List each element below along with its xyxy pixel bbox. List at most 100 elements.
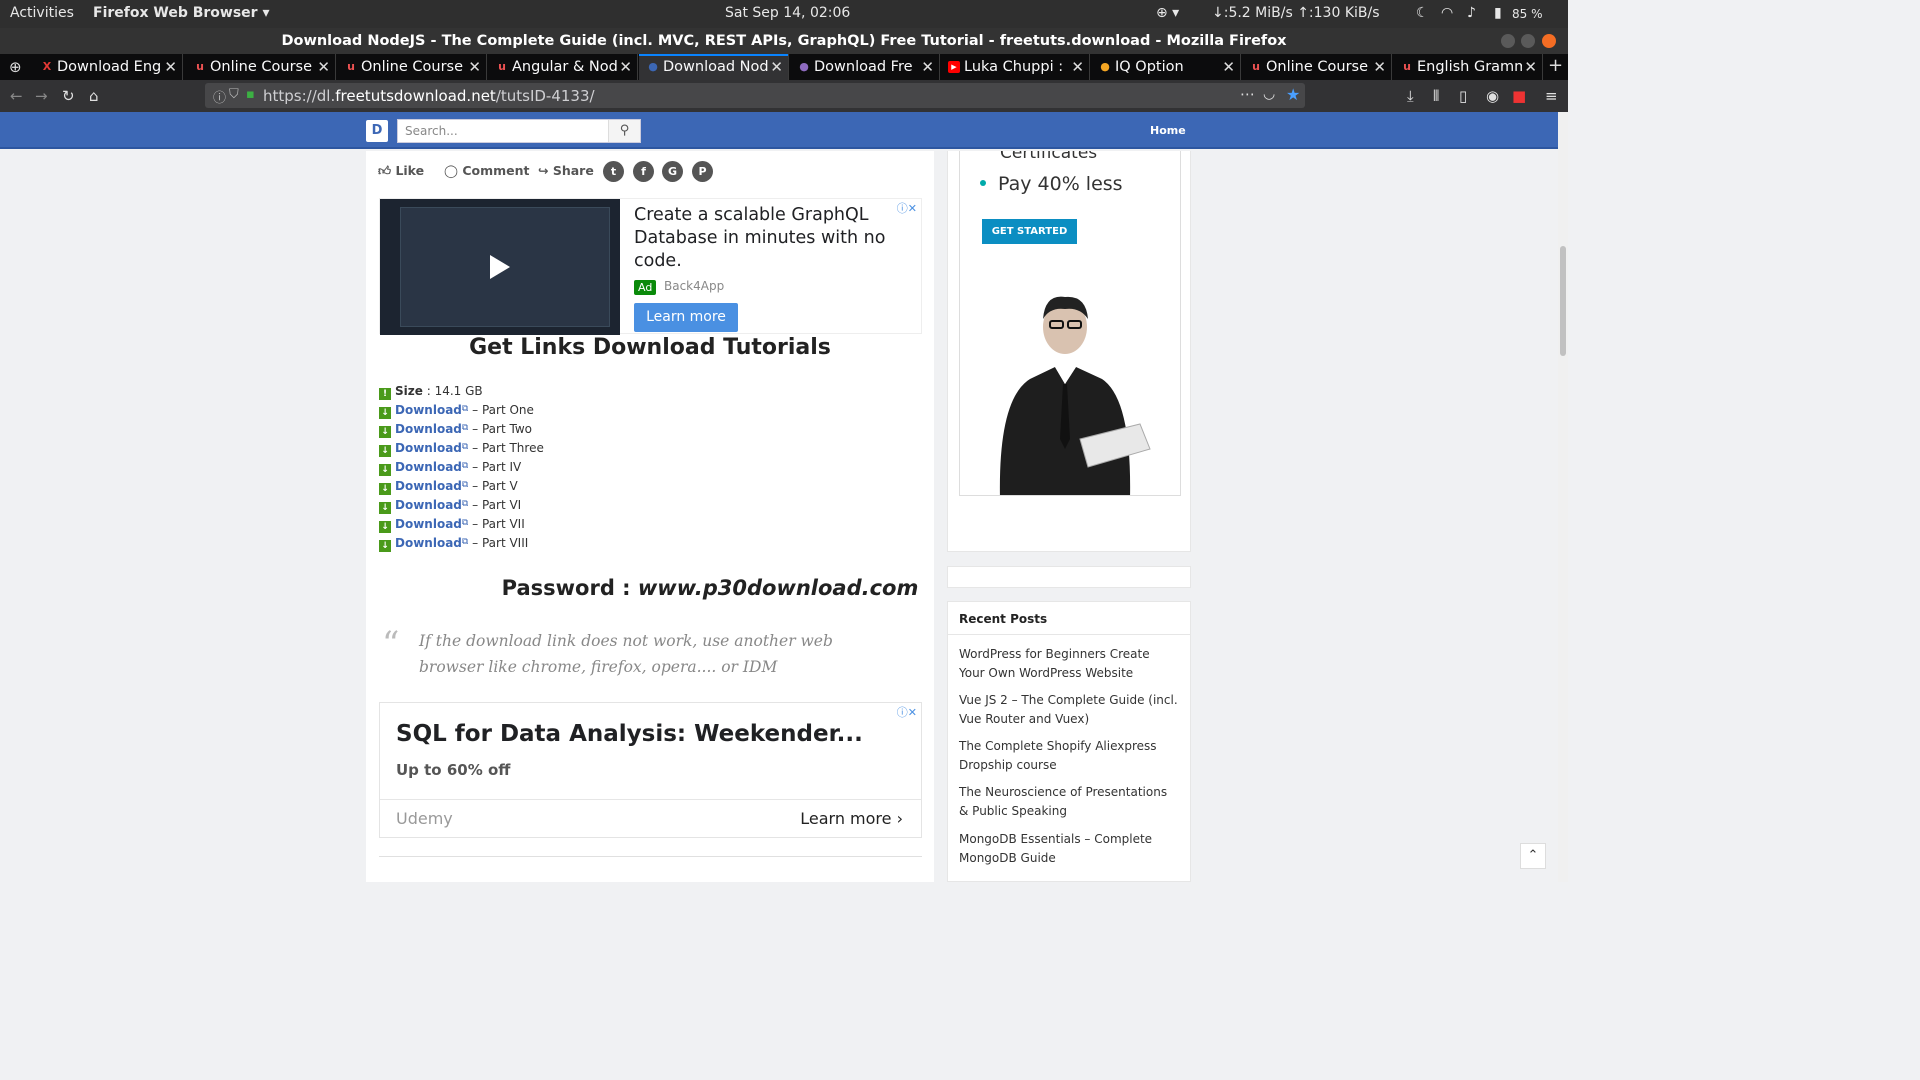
search-icon[interactable]: ⚲ (608, 120, 640, 142)
ad-banner-udemy[interactable]: SQL for Data Analysis: Weekender... Up t… (379, 702, 922, 838)
google-plus-icon[interactable]: G (662, 161, 683, 182)
close-tab-icon[interactable]: ✕ (1071, 54, 1084, 80)
ad2-subline: Up to 60% off (396, 761, 511, 779)
tab-label: English Gramm (1417, 59, 1522, 75)
tab-7[interactable]: ▶ Luka Chuppi : ✕ (940, 54, 1090, 80)
back-to-top-button[interactable]: ⌃ (1520, 843, 1546, 869)
share-button[interactable]: ↪ Share (538, 163, 594, 178)
download-link[interactable]: Download (395, 498, 462, 512)
download-arrow-icon: ↓ (379, 464, 391, 476)
ad-info-icon[interactable]: ⓘ✕ (897, 200, 917, 216)
close-tab-icon[interactable]: ✕ (921, 54, 934, 80)
app-menu[interactable]: Firefox Web Browser ▾ (93, 5, 269, 21)
library-icon[interactable]: ⫴ (1433, 87, 1439, 105)
twitter-icon[interactable]: t (603, 161, 624, 182)
download-link[interactable]: Download (395, 479, 462, 493)
shield-icon[interactable]: ⛉ (229, 87, 239, 102)
facebook-icon[interactable]: f (633, 161, 654, 182)
sidebar-ad-widget: Certificates Pay 40% less GET STARTED (947, 151, 1191, 552)
ad2-headline[interactable]: SQL for Data Analysis: Weekender... (396, 721, 863, 747)
tab-10[interactable]: u English Gramm ✕ (1393, 54, 1543, 80)
page-actions-icon[interactable]: ⋯ (1240, 85, 1255, 103)
close-tab-icon[interactable]: ✕ (1373, 54, 1386, 80)
tab-label: Download Fre (814, 59, 913, 75)
download-link[interactable]: Download (395, 536, 462, 550)
tab-label: Online Course (210, 59, 313, 75)
tab-8[interactable]: ● IQ Option ✕ (1091, 54, 1241, 80)
sidebar-ad[interactable]: Certificates Pay 40% less GET STARTED (959, 151, 1181, 496)
maximize-button[interactable] (1521, 34, 1535, 48)
ad2-info-icon[interactable]: ⓘ✕ (897, 704, 917, 720)
share-icon: ↪ (538, 163, 549, 178)
tab-2[interactable]: u Online Course ✕ (186, 54, 336, 80)
tab-9[interactable]: u Online Course ✕ (1242, 54, 1392, 80)
like-button[interactable]: 👍︎ Like (378, 163, 424, 179)
lock-icon[interactable]: ▪ (246, 87, 255, 102)
recent-post-link[interactable]: Vue JS 2 – The Complete Guide (incl. Vue… (959, 691, 1179, 729)
ad-bullet-text: Pay 40% less (998, 173, 1123, 195)
download-arrow-icon: ↓ (379, 483, 391, 495)
info-icon[interactable]: ⓘ (213, 87, 226, 106)
pocket-icon[interactable]: ◡ (1263, 86, 1275, 102)
globe-icon[interactable]: ⊕ (9, 58, 22, 76)
close-tab-icon[interactable]: ✕ (164, 54, 177, 80)
tab-4[interactable]: u Angular & Nod ✕ (488, 54, 638, 80)
learn-more-button[interactable]: Learn more (634, 303, 738, 332)
back-icon[interactable]: ← (10, 87, 23, 105)
extension-icon[interactable]: ■ (1512, 87, 1526, 105)
page-scrollbar[interactable] (1558, 112, 1568, 882)
site-logo[interactable]: D (366, 120, 388, 142)
comment-button[interactable]: ◯ Comment (444, 163, 530, 178)
scrollbar-thumb[interactable] (1560, 246, 1566, 356)
recent-post-link[interactable]: MongoDB Essentials – Complete MongoDB Gu… (959, 830, 1179, 868)
downloads-icon[interactable]: ⤓ (1407, 87, 1414, 105)
ad-banner-graphql[interactable]: Create a scalable GraphQL Database in mi… (379, 198, 922, 335)
url-bar[interactable]: ⓘ ⛉ ▪ https://dl.freetutsdownload.net/tu… (205, 83, 1305, 108)
download-row: ↓ Download⧉ – Part Two (379, 422, 532, 438)
account-icon[interactable]: ◉ (1486, 87, 1499, 105)
ad-headline[interactable]: Create a scalable GraphQL Database in mi… (634, 204, 894, 273)
sidebar-icon[interactable]: ▯ (1459, 87, 1467, 105)
close-tab-icon[interactable]: ✕ (619, 54, 632, 80)
recent-post-link[interactable]: The Complete Shopify Aliexpress Dropship… (959, 737, 1179, 775)
globe-icon: ● (799, 60, 809, 73)
accessibility-icon[interactable]: ⊕ ▾ (1156, 5, 1179, 21)
bookmark-star-icon[interactable]: ★ (1286, 85, 1300, 104)
tab-5[interactable]: ● Download Nod ✕ (639, 54, 789, 80)
download-link[interactable]: Download (395, 517, 462, 531)
ad-video[interactable] (380, 199, 620, 335)
tab-3[interactable]: u Online Course ✕ (337, 54, 487, 80)
download-link[interactable]: Download (395, 422, 462, 436)
home-icon[interactable]: ⌂ (89, 87, 99, 105)
close-tab-icon[interactable]: ✕ (468, 54, 481, 80)
play-icon[interactable] (490, 255, 510, 279)
recent-post-link[interactable]: The Neuroscience of Presentations & Publ… (959, 783, 1179, 821)
tab-6[interactable]: ● Download Fre ✕ (790, 54, 940, 80)
minimize-button[interactable] (1501, 34, 1515, 48)
ad-source[interactable]: Back4App (664, 279, 724, 293)
recent-post-link[interactable]: WordPress for Beginners Create Your Own … (959, 645, 1179, 683)
clock[interactable]: Sat Sep 14, 02:06 (725, 5, 850, 21)
close-tab-icon[interactable]: ✕ (1524, 54, 1537, 80)
close-tab-icon[interactable]: ✕ (1222, 54, 1235, 80)
close-tab-icon[interactable]: ✕ (317, 54, 330, 80)
url-text[interactable]: https://dl.freetutsdownload.net/tutsID-4… (263, 87, 595, 105)
nav-home-link[interactable]: Home (1150, 124, 1186, 137)
close-window-button[interactable] (1542, 34, 1556, 48)
search-input[interactable]: Search... (405, 124, 458, 138)
menu-icon[interactable]: ≡ (1545, 87, 1558, 105)
forward-icon[interactable]: → (35, 87, 48, 105)
pinterest-icon[interactable]: P (692, 161, 713, 182)
download-row: ↓ Download⧉ – Part V (379, 479, 518, 495)
download-link[interactable]: Download (395, 441, 462, 455)
download-link[interactable]: Download (395, 460, 462, 474)
new-tab-button[interactable]: + (1548, 55, 1563, 76)
download-link[interactable]: Download (395, 403, 462, 417)
ad2-learn-more-button[interactable]: Learn more › (800, 809, 903, 828)
get-started-button[interactable]: GET STARTED (982, 219, 1077, 244)
close-tab-icon[interactable]: ✕ (770, 54, 783, 80)
activities-button[interactable]: Activities (10, 5, 74, 21)
reload-icon[interactable]: ↻ (62, 87, 75, 105)
ad2-source[interactable]: Udemy (396, 809, 453, 828)
tab-1[interactable]: X Download Eng ✕ (33, 54, 183, 80)
